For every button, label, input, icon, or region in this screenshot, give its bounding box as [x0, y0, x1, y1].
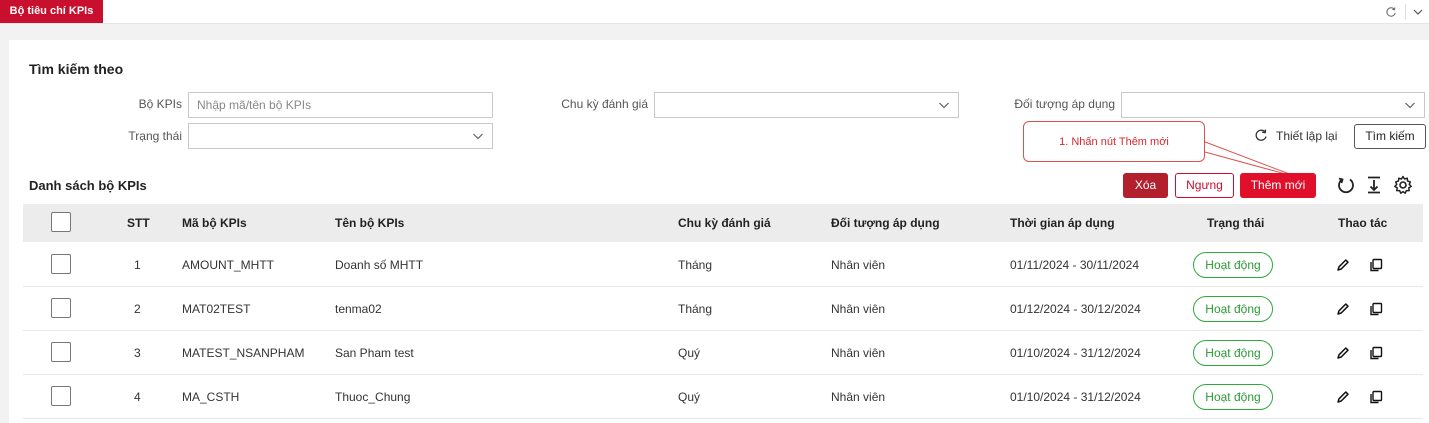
- reset-label: Thiết lập lại: [1276, 129, 1338, 143]
- edit-icon[interactable]: [1334, 344, 1352, 362]
- status-label: Trạng thái: [128, 129, 182, 143]
- divider: [1405, 4, 1406, 20]
- cell-name: San Pham test: [335, 346, 414, 360]
- cell-target: Nhân viên: [831, 346, 886, 360]
- cell-cycle: Quý: [678, 346, 701, 360]
- chevron-down-icon: [472, 130, 484, 142]
- cell-code: MAT02TEST: [182, 302, 251, 316]
- export-icon[interactable]: [1363, 174, 1385, 196]
- kpi-set-search-input[interactable]: [188, 92, 493, 118]
- cell-name: Thuoc_Chung: [335, 390, 411, 404]
- row-checkbox[interactable]: [51, 254, 71, 274]
- evaluation-cycle-label: Chu kỳ đánh giá: [561, 97, 648, 111]
- refresh-icon[interactable]: [1335, 174, 1357, 196]
- chevron-down-icon[interactable]: [1410, 4, 1426, 20]
- cell-name: tenma02: [335, 302, 382, 316]
- chevron-down-icon: [938, 99, 950, 111]
- status-badge: Hoạt động: [1193, 340, 1273, 366]
- edit-icon[interactable]: [1334, 388, 1352, 406]
- kpi-set-label: Bộ KPIs: [138, 97, 182, 111]
- status-badge: Hoạt động: [1193, 296, 1273, 322]
- list-title: Danh sách bộ KPIs: [29, 178, 147, 193]
- cell-period: 01/10/2024 - 31/12/2024: [1010, 390, 1141, 404]
- header-actions: Thao tác: [1338, 216, 1388, 230]
- top-tab-bar: Bộ tiêu chí KPIs: [0, 0, 1429, 24]
- cell-period: 01/10/2024 - 31/12/2024: [1010, 346, 1141, 360]
- search-button[interactable]: Tìm kiếm: [1354, 124, 1426, 149]
- row-checkbox[interactable]: [51, 386, 71, 406]
- cell-cycle: Tháng: [678, 258, 713, 272]
- target-label: Đối tượng áp dụng: [1014, 97, 1115, 111]
- cell-target: Nhân viên: [831, 258, 886, 272]
- cell-target: Nhân viên: [831, 302, 886, 316]
- cell-target: Nhân viên: [831, 390, 886, 404]
- table-row: 3 MATEST_NSANPHAM San Pham test Quý Nhân…: [23, 331, 1423, 375]
- cell-name: Doanh số MHTT: [335, 258, 424, 272]
- row-checkbox[interactable]: [51, 342, 71, 362]
- cell-cycle: Tháng: [678, 302, 713, 316]
- header-code: Mã bộ KPIs: [182, 216, 247, 230]
- delete-button[interactable]: Xóa: [1123, 173, 1168, 198]
- status-select[interactable]: [188, 123, 493, 149]
- reset-icon: [1254, 128, 1268, 145]
- target-select[interactable]: [1121, 92, 1425, 118]
- header-name: Tên bộ KPIs: [335, 216, 405, 230]
- cell-stt: 1: [134, 258, 141, 272]
- cell-cycle: Quý: [678, 390, 701, 404]
- search-section-title: Tìm kiếm theo: [29, 61, 124, 77]
- cell-stt: 4: [134, 390, 141, 404]
- table-header: STT Mã bộ KPIs Tên bộ KPIs Chu kỳ đánh g…: [23, 204, 1423, 242]
- header-stt: STT: [127, 216, 150, 230]
- copy-icon[interactable]: [1367, 256, 1385, 274]
- table-row: 4 MA_CSTH Thuoc_Chung Quý Nhân viên 01/1…: [23, 375, 1423, 419]
- cell-stt: 3: [134, 346, 141, 360]
- edit-icon[interactable]: [1334, 256, 1352, 274]
- edit-icon[interactable]: [1334, 300, 1352, 318]
- header-target: Đối tượng áp dụng: [831, 216, 940, 230]
- copy-icon[interactable]: [1367, 300, 1385, 318]
- header-status: Trạng thái: [1207, 216, 1265, 230]
- stop-button[interactable]: Ngưng: [1175, 173, 1234, 198]
- row-checkbox[interactable]: [51, 298, 71, 318]
- cell-period: 01/11/2024 - 30/11/2024: [1010, 258, 1139, 272]
- evaluation-cycle-select[interactable]: [654, 92, 959, 118]
- cell-code: MATEST_NSANPHAM: [182, 346, 305, 360]
- status-badge: Hoạt động: [1193, 384, 1273, 410]
- copy-icon[interactable]: [1367, 388, 1385, 406]
- header-period: Thời gian áp dụng: [1010, 216, 1115, 230]
- refresh-tab-icon[interactable]: [1383, 4, 1399, 20]
- settings-icon[interactable]: [1392, 174, 1414, 196]
- header-cycle: Chu kỳ đánh giá: [678, 216, 771, 230]
- status-badge: Hoạt động: [1193, 252, 1273, 278]
- select-all-checkbox[interactable]: [51, 212, 71, 232]
- copy-icon[interactable]: [1367, 344, 1385, 362]
- cell-period: 01/12/2024 - 30/12/2024: [1010, 302, 1141, 316]
- chevron-down-icon: [1404, 99, 1416, 111]
- reset-button[interactable]: Thiết lập lại: [1254, 127, 1337, 145]
- instruction-callout: 1. Nhấn nút Thêm mới: [1023, 121, 1205, 162]
- table-row: 2 MAT02TEST tenma02 Tháng Nhân viên 01/1…: [23, 287, 1423, 331]
- cell-code: AMOUNT_MHTT: [182, 258, 274, 272]
- tab-kpi-sets[interactable]: Bộ tiêu chí KPIs: [0, 0, 103, 23]
- add-new-button[interactable]: Thêm mới: [1240, 173, 1316, 198]
- table-row: 1 AMOUNT_MHTT Doanh số MHTT Tháng Nhân v…: [23, 243, 1423, 287]
- cell-code: MA_CSTH: [182, 390, 240, 404]
- cell-stt: 2: [134, 302, 141, 316]
